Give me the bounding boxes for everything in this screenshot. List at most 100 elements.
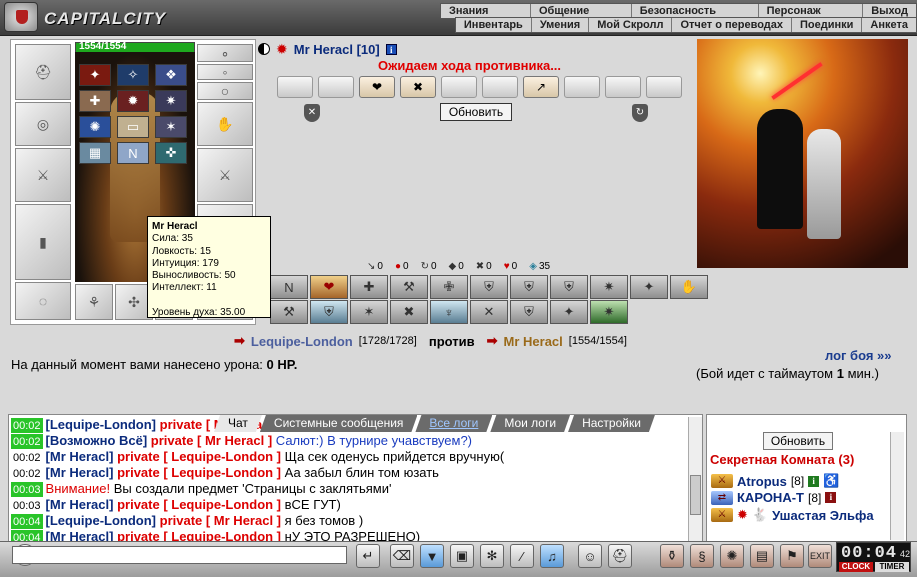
scroll-slot-8[interactable] xyxy=(564,76,600,98)
rune-slot-6[interactable]: ✷ xyxy=(155,90,187,112)
bag-slot-1[interactable]: ⚘ xyxy=(75,284,113,320)
rune-slot-5[interactable]: ✹ xyxy=(117,90,149,112)
submenu-my-scroll[interactable]: Мой Скролл xyxy=(588,18,671,32)
skill-heart[interactable]: ❤ xyxy=(310,275,348,299)
user-info-icon[interactable]: i xyxy=(825,492,837,503)
skill-2-7[interactable]: ⛨ xyxy=(510,300,548,324)
self-name[interactable]: Mr Heracl xyxy=(504,334,563,349)
opponent-name[interactable]: Lequipe-London xyxy=(251,334,353,349)
skill-2-1[interactable]: ⚒ xyxy=(270,300,308,324)
rune-slot-9[interactable]: ✶ xyxy=(155,116,187,138)
skill-2-4[interactable]: ✖ xyxy=(390,300,428,324)
scroll-slot-10[interactable] xyxy=(646,76,682,98)
skill-1-4[interactable]: ⚒ xyxy=(390,275,428,299)
msg-sender[interactable]: [Возможно Всё] xyxy=(46,433,148,448)
refresh-room-button[interactable]: Обновить xyxy=(763,432,833,450)
translit-icon[interactable]: ⁄ xyxy=(510,544,534,568)
room-scrollbar[interactable] xyxy=(890,432,904,540)
flag-icon[interactable]: ⚑ xyxy=(780,544,804,568)
skill-1-9[interactable]: ✷ xyxy=(590,275,628,299)
attack-shield-icon[interactable]: ↻ xyxy=(632,104,648,122)
skill-2-6[interactable]: ✕ xyxy=(470,300,508,324)
bracer-slot[interactable]: ◎ xyxy=(15,102,71,146)
msg-private[interactable]: private [ Mr Heracl ] xyxy=(151,433,272,448)
rune-slot-11[interactable]: N xyxy=(117,142,149,164)
room-user[interactable]: ⚔ ✹ 🐇 Ушастая Эльфа xyxy=(711,507,874,523)
music-icon[interactable]: ♫ xyxy=(540,544,564,568)
skill-1-7[interactable]: ⛨ xyxy=(510,275,548,299)
skill-2-3[interactable]: ✶ xyxy=(350,300,388,324)
submenu-inventory[interactable]: Инвентарь xyxy=(456,18,531,32)
menu-communication[interactable]: Общение xyxy=(529,4,597,18)
submenu-fights[interactable]: Поединки xyxy=(791,18,861,32)
belt-slot[interactable]: ◌ xyxy=(15,282,71,320)
logo[interactable]: CAPITALCITY xyxy=(4,2,184,32)
ring-slot-1[interactable]: ○ xyxy=(197,82,253,100)
helmet-slot[interactable]: ⛑ xyxy=(15,44,71,100)
skill-1-10[interactable]: ✦ xyxy=(630,275,668,299)
rune-slot-8[interactable]: ▭ xyxy=(117,116,149,138)
filter-icon[interactable]: ▼ xyxy=(420,544,444,568)
chat-scroll-thumb[interactable] xyxy=(690,475,701,515)
submenu-transfer-report[interactable]: Отчет о переводах xyxy=(671,18,791,32)
skill-1-6[interactable]: ⛨ xyxy=(470,275,508,299)
tab-system-messages[interactable]: Системные сообщения xyxy=(260,415,418,432)
helmet-icon[interactable]: ⛑ xyxy=(608,544,632,568)
scroll-slot-6[interactable] xyxy=(482,76,518,98)
submenu-profile[interactable]: Анкета xyxy=(861,18,916,32)
skill-1-1[interactable]: N xyxy=(270,275,308,299)
weapon-left-slot[interactable]: ⚔ xyxy=(15,148,71,202)
menu-knowledge[interactable]: Знания xyxy=(441,4,496,18)
exit-icon[interactable]: EXIT xyxy=(808,544,832,568)
player-name[interactable]: Mr Heracl [10] xyxy=(294,42,380,57)
skill-2-8[interactable]: ✦ xyxy=(550,300,588,324)
gloves-slot[interactable]: ✋ xyxy=(197,102,253,146)
menu-security[interactable]: Безопасность xyxy=(630,4,724,18)
rune-slot-4[interactable]: ✚ xyxy=(79,90,111,112)
room-user[interactable]: ⚔ Atropus [8] i ♿ xyxy=(711,473,839,489)
dragon-icon[interactable]: ✺ xyxy=(720,544,744,568)
rune-slot-3[interactable]: ❖ xyxy=(155,64,187,86)
necklace-slot[interactable]: ◦ xyxy=(197,64,253,80)
skill-1-11[interactable]: ✋ xyxy=(670,275,708,299)
chat-input[interactable] xyxy=(12,546,347,564)
skill-2-2[interactable]: ⛨ xyxy=(310,300,348,324)
user-name[interactable]: КАРОНА-Т xyxy=(737,490,804,505)
send-icon[interactable]: ↵ xyxy=(356,544,380,568)
msg-private[interactable]: private [ Lequipe-London ] xyxy=(117,449,281,464)
msg-private[interactable]: private [ Lequipe-London ] xyxy=(117,465,281,480)
user-name[interactable]: Atropus xyxy=(737,474,787,489)
msg-sender[interactable]: [Mr Heracl] xyxy=(46,465,114,480)
battle-log-link[interactable]: лог боя »» xyxy=(825,348,892,363)
player-info-icon[interactable]: i xyxy=(385,43,397,55)
skill-1-3[interactable]: ✚ xyxy=(350,275,388,299)
armor-slot[interactable]: ▮ xyxy=(15,204,71,280)
weapon-right-slot[interactable]: ⚔ xyxy=(197,148,253,202)
rune-slot-10[interactable]: ▦ xyxy=(79,142,111,164)
scroll-slot-9[interactable] xyxy=(605,76,641,98)
room-user[interactable]: ⇄ КАРОНА-Т [8] i xyxy=(711,490,837,505)
tab-settings[interactable]: Настройки xyxy=(568,415,655,432)
submenu-skills[interactable]: Умения xyxy=(530,18,588,32)
refresh-fight-button[interactable]: Обновить xyxy=(440,103,512,121)
earring-slot[interactable]: ∘ xyxy=(197,44,253,62)
chest-icon[interactable]: ▤ xyxy=(750,544,774,568)
scroll-slot-5[interactable] xyxy=(441,76,477,98)
scroll-slot-7[interactable]: ↗ xyxy=(523,76,559,98)
scroll-slot-4[interactable]: ✖ xyxy=(400,76,436,98)
msg-sender[interactable]: [Mr Heracl] xyxy=(46,449,114,464)
walker-icon[interactable]: ✻ xyxy=(480,544,504,568)
tab-my-logs[interactable]: Мои логи xyxy=(490,415,570,432)
user-info-icon[interactable]: i xyxy=(808,475,820,487)
tab-chat[interactable]: Чат xyxy=(214,415,262,432)
msg-private[interactable]: private [ Lequipe-London ] xyxy=(117,497,281,512)
rune-slot-1[interactable]: ✦ xyxy=(79,64,111,86)
rune-slot-7[interactable]: ✺ xyxy=(79,116,111,138)
rune-slot-12[interactable]: ✜ xyxy=(155,142,187,164)
skill-1-8[interactable]: ⛨ xyxy=(550,275,588,299)
tab-all-logs[interactable]: Все логи xyxy=(415,415,492,432)
scroll-slot-3[interactable]: ❤ xyxy=(359,76,395,98)
skill-2-5[interactable]: ♆ xyxy=(430,300,468,324)
msg-sender[interactable]: [Lequipe-London] xyxy=(46,513,156,528)
menu-character[interactable]: Персонаж xyxy=(757,4,829,18)
